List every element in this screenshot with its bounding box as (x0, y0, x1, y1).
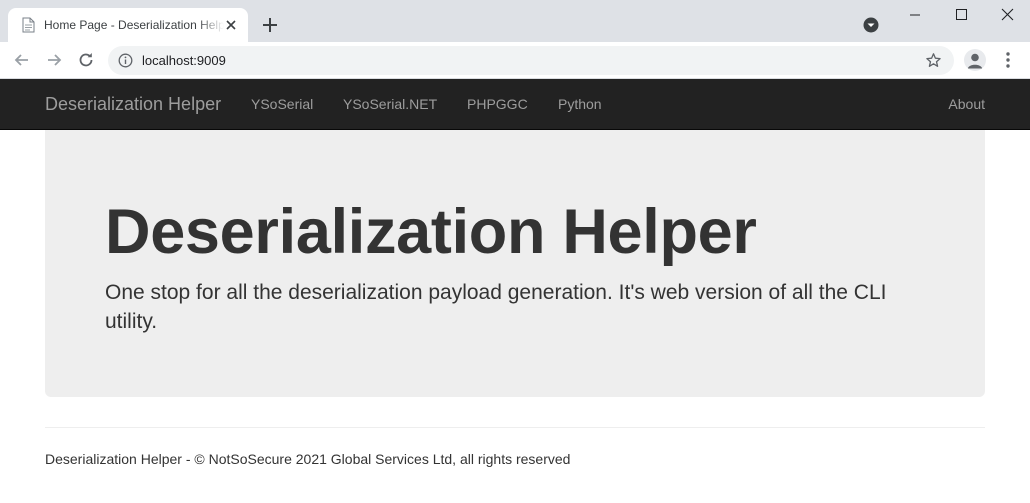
address-bar[interactable]: localhost:9009 (108, 46, 954, 75)
person-icon (967, 53, 983, 69)
profile-avatar-icon[interactable] (964, 49, 986, 71)
bookmark-star-icon[interactable] (925, 52, 942, 69)
new-tab-plus-icon[interactable] (260, 15, 280, 35)
window-close-icon[interactable] (984, 0, 1030, 30)
browser-menu-kebab-icon[interactable] (1000, 50, 1016, 70)
tab-search-icon[interactable] (862, 16, 880, 34)
site-info-icon[interactable] (118, 53, 133, 68)
footer-copyright: Deserialization Helper - © NotSoSecure 2… (45, 451, 571, 467)
tab-close-icon[interactable] (223, 17, 239, 33)
url-text[interactable]: localhost:9009 (142, 53, 226, 68)
hero-lead-text: One stop for all the deserialization pay… (105, 281, 887, 333)
footer-divider (45, 427, 985, 428)
hero-title: Deserialization Helper (105, 197, 757, 267)
nav-link-phpggc[interactable]: PHPGGC (467, 96, 528, 112)
nav-link-about[interactable]: About (948, 96, 985, 112)
nav-link-ysoserial-net[interactable]: YSoSerial.NET (343, 96, 437, 112)
nav-link-python[interactable]: Python (558, 96, 602, 112)
browser-tabstrip: Home Page - Deserialization Helper (0, 0, 1030, 42)
nav-link-ysoserial[interactable]: YSoSerial (251, 96, 313, 112)
tab-title: Home Page - Deserialization Helper (44, 18, 224, 32)
browser-toolbar: localhost:9009 (0, 42, 1030, 79)
navbar-brand-link[interactable]: Deserialization Helper (45, 94, 221, 115)
page-favicon-icon (22, 17, 35, 33)
window-maximize-icon[interactable] (938, 0, 984, 30)
back-arrow-icon[interactable] (12, 50, 32, 70)
jumbotron-hero: Deserialization Helper One stop for all … (45, 130, 985, 397)
browser-tab[interactable]: Home Page - Deserialization Helper (8, 8, 248, 42)
window-minimize-icon[interactable] (892, 0, 938, 30)
site-navbar: Deserialization Helper YSoSerial YSoSeri… (0, 79, 1030, 130)
forward-arrow-icon[interactable] (44, 50, 64, 70)
reload-icon[interactable] (76, 50, 96, 70)
